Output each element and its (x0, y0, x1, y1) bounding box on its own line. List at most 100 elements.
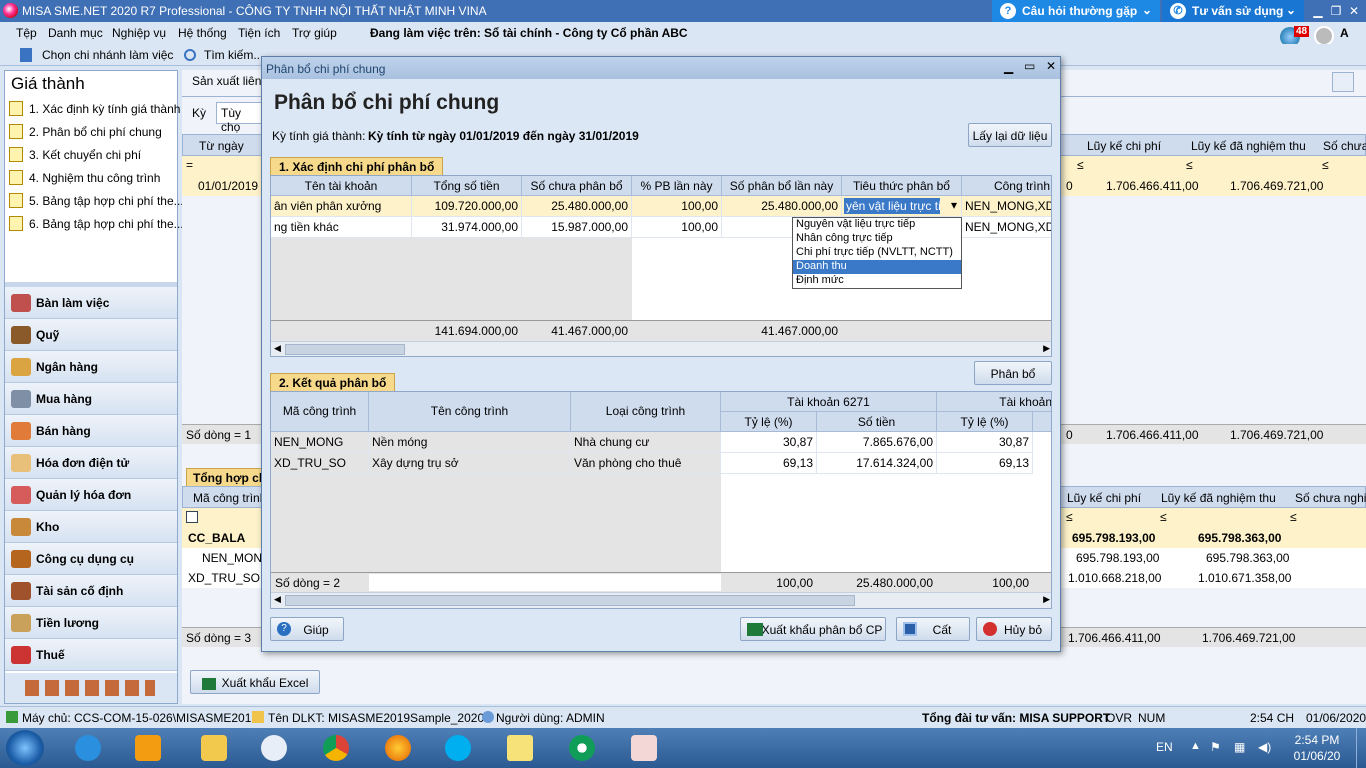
avatar[interactable] (1314, 26, 1334, 46)
taskbar-misa[interactable] (248, 731, 300, 765)
module-invoice-mgmt[interactable]: Quản lý hóa đơn (5, 479, 177, 511)
module-purchase[interactable]: Mua hàng (5, 383, 177, 415)
col-project-code[interactable]: Mã công trình (271, 392, 369, 432)
close-button[interactable]: ✕ (1344, 2, 1364, 20)
col-allocated[interactable]: Số phân bổ lần này (722, 176, 842, 196)
module-einvoice[interactable]: Hóa đơn điện tử (5, 447, 177, 479)
sidebar-item-allocate[interactable]: 2. Phân bổ chi phí chung (9, 122, 175, 142)
col-total[interactable]: Tổng số tiền (412, 176, 522, 196)
dialog-title-bar: Phân bổ chi phí chung ▁ ▭ ✕ (262, 57, 1060, 79)
language-indicator[interactable]: EN (1156, 740, 1173, 754)
taskbar-ie[interactable] (62, 731, 114, 765)
chevron-down-icon[interactable]: ▾ (951, 198, 957, 212)
search-link[interactable]: Tìm kiếm... (204, 48, 263, 62)
taskbar-chrome[interactable] (310, 731, 362, 765)
sidebar-title: Giá thành (11, 74, 85, 93)
criteria-option-labor[interactable]: Nhân công trực tiếp (793, 232, 961, 246)
col-account-6271[interactable]: Tài khoản 6271 (721, 392, 937, 412)
menu-utilities[interactable]: Tiện ích (238, 26, 280, 40)
col-pct[interactable]: % PB lần này (632, 176, 722, 196)
table-row[interactable]: ng tiền khác (271, 217, 412, 238)
show-desktop-button[interactable] (1356, 728, 1366, 768)
result-grid-hscrollbar[interactable]: ◀ ▶ (271, 592, 1051, 608)
module-shortcut-icons[interactable] (25, 680, 155, 696)
col-projects[interactable]: Công trình (962, 176, 1051, 196)
menu-file[interactable]: Tệp (16, 26, 37, 40)
col-criteria[interactable]: Tiêu thức phân bổ (842, 176, 962, 196)
sidebar-item-transfer[interactable]: 3. Kết chuyển chi phí (9, 145, 175, 165)
criteria-option-norm[interactable]: Định mức (793, 274, 961, 288)
module-tools[interactable]: Công cụ dụng cụ (5, 543, 177, 575)
taskbar-paint[interactable] (618, 731, 670, 765)
period-caption: Kỳ tính giá thành: (272, 129, 366, 143)
col-project-name[interactable]: Tên công trình (369, 392, 571, 432)
table-row[interactable]: ân viên phân xưởng (271, 196, 412, 217)
export-excel-button[interactable]: Xuất khẩu Excel (190, 670, 320, 694)
module-desk[interactable]: Bàn làm việc (5, 287, 177, 319)
col-amount[interactable]: Số tiền (817, 412, 937, 432)
sidebar-item-cost-summary-2[interactable]: 6. Bảng tập hợp chi phí the... (9, 214, 184, 234)
cancel-button[interactable]: Hủy bỏ (976, 617, 1052, 641)
volume-icon[interactable]: ◀) (1258, 740, 1271, 754)
consult-button[interactable]: ✆ Tư vấn sử dụng ⌄ (1162, 0, 1304, 22)
criteria-option-direct-cost[interactable]: Chi phí trực tiếp (NVLTT, NCTT) (793, 246, 961, 260)
module-tax[interactable]: Thuế (5, 639, 177, 671)
dialog-window-title: Phân bổ chi phí chung (266, 62, 386, 76)
criteria-combo[interactable]: yên vật liệu trực tiếp▾ (842, 196, 962, 217)
module-warehouse[interactable]: Kho (5, 511, 177, 543)
criteria-dropdown-list: Nguyên vật liệu trực tiếp Nhân công trực… (792, 217, 962, 289)
module-cash[interactable]: Quỹ (5, 319, 177, 351)
save-button[interactable]: Cất (896, 617, 970, 641)
status-database: Tên DLKT: MISASME2019Sample_2020 (268, 711, 485, 725)
taskbar-explorer[interactable] (188, 731, 240, 765)
taskbar-skype[interactable] (432, 731, 484, 765)
start-button[interactable] (6, 730, 44, 766)
period-select[interactable]: Tùy chọ (216, 102, 266, 134)
tab-production[interactable]: Sản xuất liên t (192, 74, 268, 88)
menu-system[interactable]: Hệ thống (178, 26, 227, 40)
sidebar-item-cost-period[interactable]: 1. Xác định kỳ tính giá thành (9, 99, 180, 119)
module-salary[interactable]: Tiền lương (5, 607, 177, 639)
export-allocation-button[interactable]: Xuất khẩu phân bổ CP (740, 617, 886, 641)
col-unallocated[interactable]: Số chưa phân bổ (522, 176, 632, 196)
allocate-button[interactable]: Phân bổ (974, 361, 1052, 385)
menu-operations[interactable]: Nghiệp vụ (112, 26, 166, 40)
module-sales[interactable]: Bán hàng (5, 415, 177, 447)
menu-catalog[interactable]: Danh mục (48, 26, 103, 40)
cost-grid-hscrollbar[interactable]: ◀ ▶ (271, 341, 1051, 356)
taskbar-clock[interactable]: 2:54 PM 01/06/20 (1290, 732, 1344, 764)
flag-icon[interactable]: ⚑ (1210, 740, 1221, 754)
sidebar-item-cost-summary-1[interactable]: 5. Bảng tập hợp chi phí the... (9, 191, 184, 211)
module-fixed-assets[interactable]: Tài sản cố định (5, 575, 177, 607)
taskbar-app[interactable] (556, 731, 608, 765)
module-bank[interactable]: Ngân hàng (5, 351, 177, 383)
network-icon[interactable]: ▦ (1234, 740, 1245, 754)
minimize-button[interactable]: ▁ (1308, 2, 1328, 20)
gear-icon[interactable] (1332, 72, 1354, 92)
taskbar-firefox[interactable] (372, 731, 424, 765)
sidebar-item-acceptance[interactable]: 4. Nghiệm thu công trình (9, 168, 175, 188)
maximize-button[interactable]: ❐ (1326, 2, 1346, 20)
faq-button[interactable]: ? Câu hỏi thường gặp ⌄ (992, 0, 1160, 22)
taskbar-notes[interactable] (494, 731, 546, 765)
col-account-next[interactable]: Tài khoản (937, 392, 1051, 412)
dialog-maximize-button[interactable]: ▭ (1024, 59, 1035, 73)
criteria-option-materials[interactable]: Nguyên vật liệu trực tiếp (793, 218, 961, 232)
col-ratio[interactable]: Tỷ lệ (%) (721, 412, 817, 432)
col-project-type[interactable]: Loại công trình (571, 392, 721, 432)
tools-icon (11, 550, 31, 568)
dialog-close-button[interactable]: ✕ (1046, 59, 1056, 73)
menu-help[interactable]: Trợ giúp (292, 26, 337, 40)
reload-data-button[interactable]: Lấy lại dữ liệu (968, 123, 1052, 147)
user-initial[interactable]: A (1340, 26, 1349, 40)
taskbar-media[interactable] (122, 731, 174, 765)
branch-selector[interactable]: Chọn chi nhánh làm việc (42, 48, 173, 62)
help-button[interactable]: ? Giúp (270, 617, 344, 641)
tray-chevron-icon[interactable]: ▲ (1190, 740, 1201, 752)
table-row[interactable]: XD_TRU_SO (271, 453, 369, 474)
col-account-name[interactable]: Tên tài khoản (271, 176, 412, 196)
table-row[interactable]: NEN_MONG (271, 432, 369, 453)
col-ratio-2[interactable]: Tỷ lệ (%) (937, 412, 1033, 432)
dialog-minimize-button[interactable]: ▁ (1004, 60, 1013, 74)
criteria-option-revenue[interactable]: Doanh thu (793, 260, 961, 274)
